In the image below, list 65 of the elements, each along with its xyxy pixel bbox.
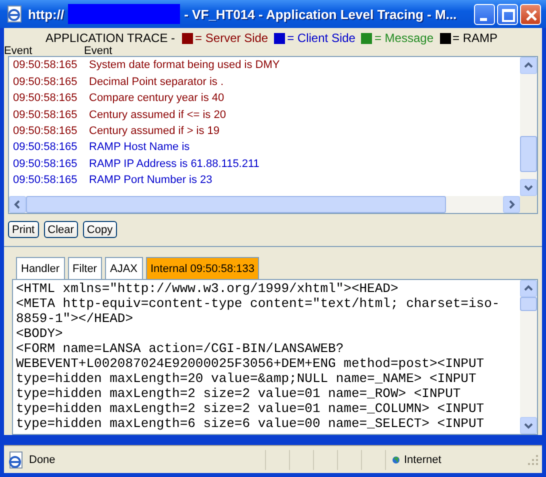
tab[interactable]: AJAX	[104, 257, 142, 280]
tab[interactable]: Internal 09:50:58:133	[146, 257, 260, 280]
code-line: type=hidden maxLength=2 size=2 value=01 name=_ROW> <INPUT	[16, 386, 462, 402]
code-line: <META http-equiv=content-type content="text/html; charset=iso-	[16, 296, 501, 312]
event-message: System date format being used is DMY	[89, 58, 280, 74]
vertical-scrollbar[interactable]	[520, 57, 537, 196]
scroll-thumb[interactable]	[26, 196, 446, 214]
tab[interactable]: Filter	[68, 257, 102, 280]
event-time: 09:50:58:165	[13, 140, 78, 156]
code-line: 8859-1"></HEAD>	[16, 311, 134, 326]
code-line: <HTML xmlns="http://www.w3.org/1999/xhtml"><HEAD>	[16, 281, 400, 296]
scroll-up-button[interactable]	[520, 280, 537, 298]
code-line: type=hidden maxLength=2 size=2 value=01 name=_COLUMN> <INPUT	[16, 401, 486, 416]
legend-label: = Server Side	[195, 31, 268, 46]
maximize-button[interactable]	[497, 4, 518, 25]
window-title: http://	[28, 6, 64, 22]
close-button[interactable]	[520, 4, 541, 25]
event-time: 09:50:58:165	[13, 124, 78, 140]
event-time: 09:50:58:165	[13, 173, 78, 188]
column-header: Event	[84, 46, 112, 56]
scroll-left-button[interactable]	[9, 196, 26, 214]
event-message: Decimal Point separator is .	[89, 74, 224, 90]
window-title: - VF_HT014 - Application Level Tracing - M...	[184, 6, 457, 22]
status-text: Done	[29, 454, 56, 466]
legend-title: APPLICATION TRACE -	[45, 31, 176, 46]
minimize-icon	[480, 18, 487, 21]
event-message: Compare century year is 40	[89, 91, 224, 106]
event-time: 09:50:58:165	[13, 91, 78, 106]
vertical-scrollbar[interactable]	[520, 280, 537, 434]
event-time: 09:50:58:165	[13, 74, 78, 90]
code-line: type=hidden maxLength=6 size=6 value=00 name=_SELECT> <INPUT	[16, 416, 486, 432]
code-line: type=hidden maxLength=20 value=&amp;NULL name=_NAME> <INPUT	[16, 371, 478, 386]
resize-grip-icon[interactable]	[527, 454, 539, 466]
event-time: 09:50:58:165	[13, 108, 78, 123]
source-text-area[interactable]	[12, 279, 538, 436]
code-line: <FORM name=LANSA action=/CGI-BIN/LANSAWEB?	[16, 341, 344, 356]
legend-label: = RAMP	[452, 31, 498, 46]
scroll-thumb[interactable]	[520, 297, 537, 312]
scroll-up-button[interactable]	[520, 57, 537, 74]
column-header: Event	[4, 46, 34, 56]
scroll-down-button[interactable]	[520, 179, 537, 196]
security-zone: Internet	[404, 454, 442, 466]
scroll-thumb[interactable]	[520, 136, 537, 172]
scroll-right-button[interactable]	[503, 196, 520, 214]
tab[interactable]: Handler	[16, 257, 65, 280]
legend-label: = Client Side	[287, 31, 356, 46]
scroll-down-button[interactable]	[520, 417, 537, 434]
action-button[interactable]: Clear	[44, 221, 78, 238]
event-message: RAMP IP Address is 61.88.115.211	[89, 156, 260, 172]
legend-label: = Message	[374, 31, 434, 46]
scrollbar-corner	[520, 196, 537, 214]
code-line: <BODY>	[16, 326, 64, 342]
horizontal-scrollbar[interactable]	[9, 196, 537, 214]
code-line: WEBEVENT+L002087024E92000025F3056+DEM+ENG method=post><INPUT	[16, 356, 486, 372]
page-icon	[6, 5, 24, 24]
event-message: RAMP Host Name is	[89, 140, 190, 156]
event-message: Century assumed if > is 19	[89, 124, 220, 140]
event-time: 09:50:58:165	[13, 156, 78, 172]
event-time: 09:50:58:165	[13, 58, 78, 74]
action-button[interactable]: Print	[8, 221, 39, 238]
action-button[interactable]: Copy	[82, 221, 117, 238]
event-message: Century assumed if <= is 20	[89, 108, 226, 123]
minimize-button[interactable]	[474, 4, 495, 25]
event-message: RAMP Port Number is 23	[89, 173, 212, 188]
page-icon	[7, 450, 25, 469]
